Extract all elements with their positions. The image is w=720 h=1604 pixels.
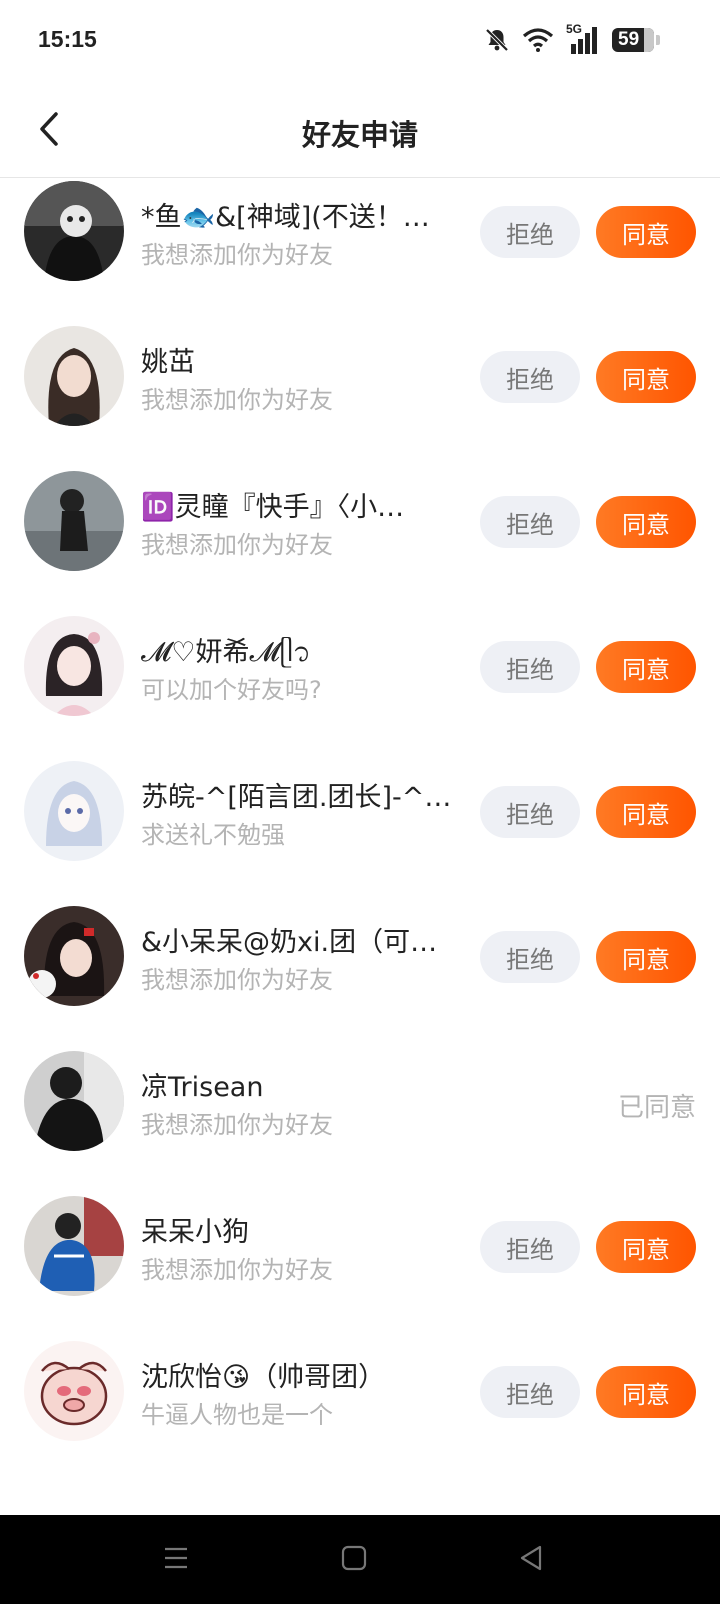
requester-name: 沈欣怡😘（帅哥团） (141, 1362, 386, 1393)
accept-button[interactable]: 同意 (596, 1221, 696, 1273)
mute-bell-icon (484, 27, 510, 53)
list-item: 凉Trisean 我想添加你为好友 已同意 (0, 1051, 720, 1199)
request-message: 我想添加你为好友 (141, 241, 333, 269)
accept-button[interactable]: 同意 (596, 206, 696, 258)
accept-button[interactable]: 同意 (596, 931, 696, 983)
avatar[interactable] (24, 1051, 124, 1151)
avatar[interactable] (24, 1196, 124, 1296)
battery-icon: 59 (612, 28, 654, 52)
reject-button[interactable]: 拒绝 (480, 206, 580, 258)
page-title: 好友申请 (301, 118, 418, 152)
system-nav-bar (0, 1515, 720, 1604)
list-item: 姚茁 我想添加你为好友 拒绝 同意 (0, 326, 720, 474)
avatar[interactable] (24, 471, 124, 571)
requester-name: *鱼🐟&[神域](不送！… (141, 202, 430, 233)
home-icon[interactable] (340, 1543, 368, 1577)
request-message: 我想添加你为好友 (141, 966, 333, 994)
battery-level: 59 (618, 29, 640, 50)
accept-button[interactable]: 同意 (596, 496, 696, 548)
avatar[interactable] (24, 326, 124, 426)
reject-button[interactable]: 拒绝 (480, 641, 580, 693)
avatar[interactable] (24, 181, 124, 281)
wifi-icon (522, 27, 554, 53)
request-message: 可以加个好友吗? (141, 676, 322, 704)
avatar[interactable] (24, 616, 124, 716)
menu-icon[interactable] (162, 1543, 190, 1577)
status-icons: 5G 59 (484, 22, 660, 56)
request-message: 我想添加你为好友 (141, 1111, 333, 1139)
accept-button[interactable]: 同意 (596, 351, 696, 403)
list-item: *鱼🐟&[神域](不送！… 我想添加你为好友 拒绝 同意 (0, 181, 720, 329)
header: 好友申请 (0, 84, 720, 178)
accept-button[interactable]: 同意 (596, 1366, 696, 1418)
accepted-status: 已同意 (617, 1093, 696, 1123)
signal-icon: 5G (566, 22, 600, 55)
reject-button[interactable]: 拒绝 (480, 351, 580, 403)
request-message: 求送礼不勉强 (141, 821, 285, 849)
requester-name: 凉Trisean (141, 1072, 264, 1103)
list-item: 𝓜♡妍希𝓜ᥫ᭡ 可以加个好友吗? 拒绝 同意 (0, 616, 720, 764)
requester-name: 姚茁 (141, 347, 195, 378)
accept-button[interactable]: 同意 (596, 641, 696, 693)
request-message: 我想添加你为好友 (141, 531, 333, 559)
back-triangle-icon[interactable] (517, 1543, 545, 1577)
list-item: 苏皖-^[陌言团.团长]-^… 求送礼不勉强 拒绝 同意 (0, 761, 720, 909)
requester-name: &小呆呆@奶xi.团（可… (141, 927, 438, 958)
accept-button[interactable]: 同意 (596, 786, 696, 838)
requester-name: 呆呆小狗 (141, 1217, 249, 1248)
list-item: 呆呆小狗 我想添加你为好友 拒绝 同意 (0, 1196, 720, 1344)
reject-button[interactable]: 拒绝 (480, 786, 580, 838)
avatar[interactable] (24, 761, 124, 861)
list-item: 沈欣怡😘（帅哥团） 牛逼人物也是一个 拒绝 同意 (0, 1341, 720, 1489)
requester-name: 苏皖-^[陌言团.团长]-^… (141, 782, 451, 813)
list-item: &小呆呆@奶xi.团（可… 我想添加你为好友 拒绝 同意 (0, 906, 720, 1054)
friend-request-list[interactable]: *鱼🐟&[神域](不送！… 我想添加你为好友 拒绝 同意 姚茁 我想添加你为好友… (0, 179, 720, 1515)
requester-name: 🆔灵瞳『快手』〈小… (141, 492, 405, 523)
reject-button[interactable]: 拒绝 (480, 931, 580, 983)
avatar[interactable] (24, 1341, 124, 1441)
list-item: 🆔灵瞳『快手』〈小… 我想添加你为好友 拒绝 同意 (0, 471, 720, 619)
status-time: 15:15 (38, 26, 97, 52)
avatar[interactable] (24, 906, 124, 1006)
reject-button[interactable]: 拒绝 (480, 1221, 580, 1273)
request-message: 我想添加你为好友 (141, 386, 333, 414)
status-bar: 15:15 5G 59 (0, 0, 720, 84)
request-message: 我想添加你为好友 (141, 1256, 333, 1284)
request-message: 牛逼人物也是一个 (141, 1401, 333, 1429)
reject-button[interactable]: 拒绝 (480, 496, 580, 548)
reject-button[interactable]: 拒绝 (480, 1366, 580, 1418)
